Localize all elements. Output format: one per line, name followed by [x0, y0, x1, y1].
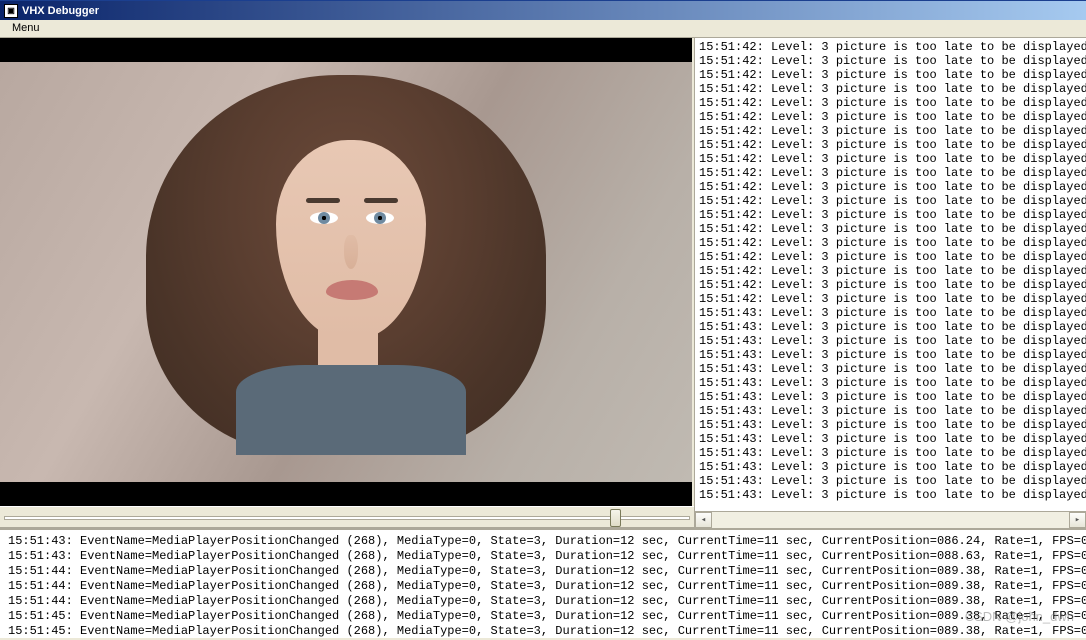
app-icon: ▣ — [4, 4, 18, 18]
log-line: 15:51:43: Level: 3 picture is too late t… — [699, 446, 1082, 460]
log-line: 15:51:42: Level: 3 picture is too late t… — [699, 250, 1082, 264]
event-log-line: 15:51:43: EventName=MediaPlayerPositionC… — [8, 534, 1078, 549]
event-log-line: 15:51:45: EventName=MediaPlayerPositionC… — [8, 609, 1078, 624]
log-line: 15:51:43: Level: 3 picture is too late t… — [699, 390, 1082, 404]
log-line: 15:51:43: Level: 3 picture is too late t… — [699, 348, 1082, 362]
event-log-line: 15:51:44: EventName=MediaPlayerPositionC… — [8, 579, 1078, 594]
main-split: 15:51:42: Level: 3 picture is too late t… — [0, 38, 1086, 528]
log-line: 15:51:43: Level: 3 picture is too late t… — [699, 474, 1082, 488]
portrait-brow — [306, 198, 340, 203]
log-line: 15:51:43: Level: 3 picture is too late t… — [699, 320, 1082, 334]
portrait-brow — [364, 198, 398, 203]
log-line: 15:51:42: Level: 3 picture is too late t… — [699, 166, 1082, 180]
log-line: 15:51:43: Level: 3 picture is too late t… — [699, 362, 1082, 376]
scroll-right-icon[interactable]: ▸ — [1069, 512, 1086, 528]
log-line: 15:51:42: Level: 3 picture is too late t… — [699, 278, 1082, 292]
window-title: VHX Debugger — [22, 5, 99, 17]
log-line: 15:51:43: Level: 3 picture is too late t… — [699, 488, 1082, 502]
seek-slider[interactable] — [0, 506, 694, 528]
log-line: 15:51:43: Level: 3 picture is too late t… — [699, 432, 1082, 446]
log-line: 15:51:42: Level: 3 picture is too late t… — [699, 54, 1082, 68]
log-line: 15:51:42: Level: 3 picture is too late t… — [699, 40, 1082, 54]
log-line: 15:51:42: Level: 3 picture is too late t… — [699, 264, 1082, 278]
menubar: Menu — [0, 20, 1086, 38]
log-line: 15:51:42: Level: 3 picture is too late t… — [699, 292, 1082, 306]
portrait-nose — [344, 235, 358, 269]
log-line: 15:51:42: Level: 3 picture is too late t… — [699, 152, 1082, 166]
log-line: 15:51:42: Level: 3 picture is too late t… — [699, 96, 1082, 110]
video-frame — [0, 62, 692, 482]
window-titlebar[interactable]: ▣ VHX Debugger — [0, 0, 1086, 20]
log-line: 15:51:43: Level: 3 picture is too late t… — [699, 334, 1082, 348]
scroll-left-icon[interactable]: ◂ — [695, 512, 712, 528]
log-pane-top: 15:51:42: Level: 3 picture is too late t… — [694, 38, 1086, 528]
event-log-line: 15:51:45: EventName=MediaPlayerPositionC… — [8, 624, 1078, 638]
log-line: 15:51:42: Level: 3 picture is too late t… — [699, 222, 1082, 236]
video-viewport[interactable] — [0, 38, 694, 506]
log-line: 15:51:42: Level: 3 picture is too late t… — [699, 68, 1082, 82]
log-line: 15:51:43: Level: 3 picture is too late t… — [699, 404, 1082, 418]
event-log-line: 15:51:43: EventName=MediaPlayerPositionC… — [8, 549, 1078, 564]
log-line: 15:51:43: Level: 3 picture is too late t… — [699, 376, 1082, 390]
log-line: 15:51:42: Level: 3 picture is too late t… — [699, 124, 1082, 138]
event-log-line: 15:51:44: EventName=MediaPlayerPositionC… — [8, 564, 1078, 579]
portrait-eye — [366, 212, 394, 224]
event-log-line: 15:51:44: EventName=MediaPlayerPositionC… — [8, 594, 1078, 609]
log-line: 15:51:42: Level: 3 picture is too late t… — [699, 236, 1082, 250]
seek-thumb[interactable] — [610, 509, 621, 527]
log-line: 15:51:42: Level: 3 picture is too late t… — [699, 82, 1082, 96]
log-line: 15:51:43: Level: 3 picture is too late t… — [699, 306, 1082, 320]
log-line: 15:51:42: Level: 3 picture is too late t… — [699, 194, 1082, 208]
log-line: 15:51:43: Level: 3 picture is too late t… — [699, 418, 1082, 432]
seek-track[interactable] — [4, 516, 690, 520]
video-subject — [216, 85, 476, 425]
log-pane-bottom[interactable]: 15:51:43: EventName=MediaPlayerPositionC… — [0, 528, 1086, 638]
top-log-text[interactable]: 15:51:42: Level: 3 picture is too late t… — [695, 38, 1086, 511]
portrait-lips — [326, 280, 378, 300]
portrait-eye — [310, 212, 338, 224]
scroll-track[interactable] — [712, 512, 1069, 528]
horizontal-scrollbar[interactable]: ◂ ▸ — [695, 511, 1086, 528]
portrait-shirt — [236, 365, 466, 455]
log-line: 15:51:42: Level: 3 picture is too late t… — [699, 138, 1082, 152]
log-line: 15:51:43: Level: 3 picture is too late t… — [699, 460, 1082, 474]
log-line: 15:51:42: Level: 3 picture is too late t… — [699, 208, 1082, 222]
log-line: 15:51:42: Level: 3 picture is too late t… — [699, 110, 1082, 124]
video-pane — [0, 38, 694, 528]
log-line: 15:51:42: Level: 3 picture is too late t… — [699, 180, 1082, 194]
menu-item-menu[interactable]: Menu — [6, 21, 46, 35]
